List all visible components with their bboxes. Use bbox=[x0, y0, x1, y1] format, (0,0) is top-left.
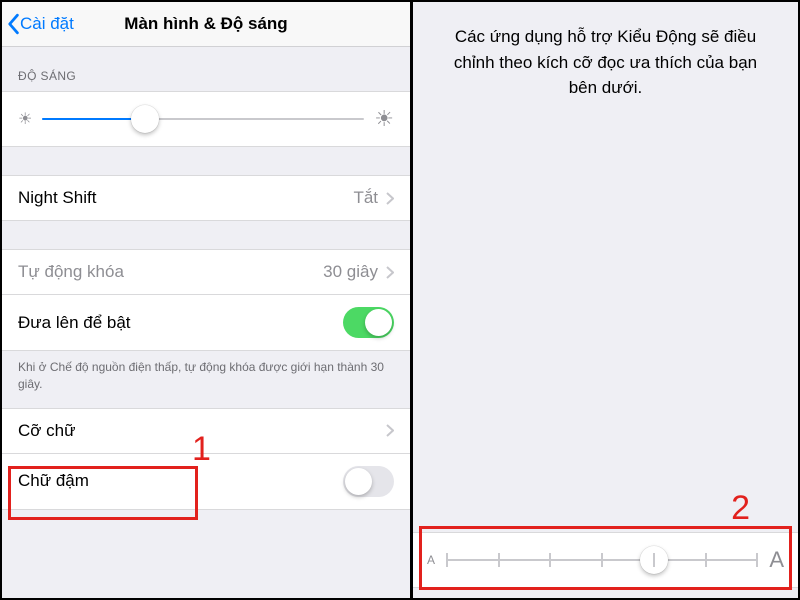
tick-mark bbox=[705, 553, 707, 567]
annotation-label-2: 2 bbox=[731, 489, 750, 528]
sun-small-icon: ☀ bbox=[18, 109, 32, 129]
chevron-right-icon bbox=[386, 266, 394, 279]
auto-lock-row[interactable]: Tự động khóa 30 giây bbox=[2, 249, 410, 295]
night-shift-row[interactable]: Night Shift Tắt bbox=[2, 175, 410, 221]
night-shift-value: Tắt bbox=[353, 188, 378, 208]
back-button[interactable]: Cài đặt bbox=[2, 13, 74, 35]
raise-to-wake-label: Đưa lên để bật bbox=[18, 313, 131, 333]
night-shift-label: Night Shift bbox=[18, 188, 96, 208]
text-size-slider-row: A A bbox=[413, 532, 798, 588]
back-label: Cài đặt bbox=[20, 14, 74, 34]
brightness-fill bbox=[42, 118, 145, 120]
chevron-right-icon bbox=[386, 424, 394, 437]
brightness-header: ĐỘ SÁNG bbox=[2, 47, 410, 91]
brightness-knob[interactable] bbox=[131, 105, 159, 133]
tick-mark bbox=[446, 553, 448, 567]
auto-lock-value: 30 giây bbox=[323, 262, 378, 282]
brightness-slider-row: ☀ ☀ bbox=[2, 91, 410, 147]
chevron-right-icon bbox=[386, 192, 394, 205]
bold-text-row: Chữ đậm bbox=[2, 454, 410, 510]
tick-mark bbox=[549, 553, 551, 567]
text-size-row[interactable]: Cỡ chữ bbox=[2, 408, 410, 454]
bold-text-label: Chữ đậm bbox=[18, 471, 89, 491]
tick-mark bbox=[756, 553, 758, 567]
sun-large-icon: ☀ bbox=[374, 106, 394, 132]
tick-mark bbox=[653, 553, 655, 567]
letter-a-small-icon: A bbox=[427, 553, 435, 567]
low-power-footnote: Khi ở Chế độ nguồn điện thấp, tự động kh… bbox=[2, 351, 410, 408]
chevron-left-icon bbox=[6, 13, 20, 35]
switch-knob bbox=[365, 309, 392, 336]
navbar: Cài đặt Màn hình & Độ sáng bbox=[2, 2, 410, 47]
dynamic-type-description: Các ứng dụng hỗ trợ Kiểu Động sẽ điều ch… bbox=[413, 2, 798, 101]
raise-to-wake-row: Đưa lên để bật bbox=[2, 295, 410, 351]
text-size-label: Cỡ chữ bbox=[18, 421, 75, 441]
raise-to-wake-toggle[interactable] bbox=[343, 307, 394, 338]
tick-mark bbox=[601, 553, 603, 567]
tick-mark bbox=[498, 553, 500, 567]
screen-text-size: Các ứng dụng hỗ trợ Kiểu Động sẽ điều ch… bbox=[413, 2, 798, 598]
bold-text-toggle[interactable] bbox=[343, 466, 394, 497]
switch-knob bbox=[345, 468, 372, 495]
auto-lock-label: Tự động khóa bbox=[18, 262, 124, 282]
text-size-slider[interactable] bbox=[447, 559, 757, 561]
screen-display-brightness: Cài đặt Màn hình & Độ sáng ĐỘ SÁNG ☀ ☀ N… bbox=[2, 2, 413, 598]
letter-a-large-icon: A bbox=[769, 547, 784, 573]
brightness-slider[interactable] bbox=[42, 118, 364, 120]
